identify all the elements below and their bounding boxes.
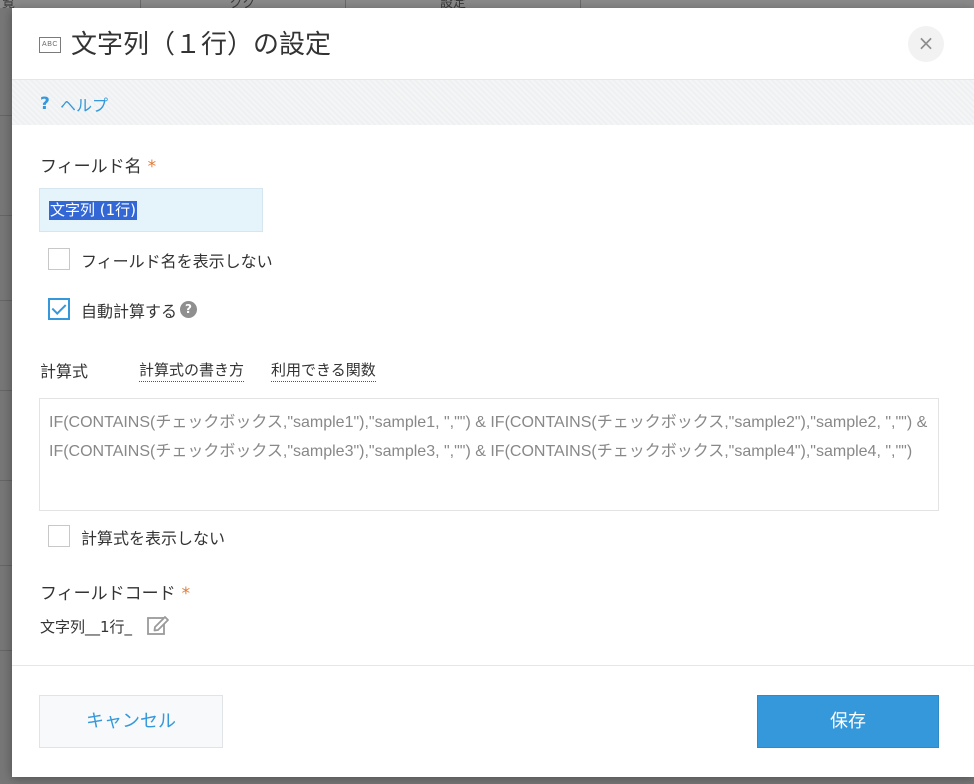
help-link[interactable]: ヘルプ [60, 92, 108, 116]
dialog-header: ABC 文字列（１行）の設定 × [12, 8, 974, 80]
hide-formula-checkbox[interactable] [48, 525, 70, 547]
background-row-line [0, 650, 12, 651]
background-column-divider [140, 0, 141, 8]
available-functions-link[interactable]: 利用できる関数 [271, 359, 376, 382]
field-name-input[interactable]: 文字列 (1行) [39, 188, 263, 232]
field-name-label: フィールド名 * [40, 152, 156, 177]
background-row-line [0, 565, 12, 566]
field-settings-dialog: ABC 文字列（１行）の設定 × ? ヘルプ フィールド名 * 文字列 (1行) … [12, 8, 974, 777]
hide-field-name-checkbox[interactable] [48, 248, 70, 270]
field-code-value: 文字列__1行_ [40, 618, 133, 636]
dialog-title: 文字列（１行）の設定 [71, 30, 332, 60]
field-name-label-text: フィールド名 [40, 157, 142, 177]
dialog-footer: キャンセル 保存 [12, 665, 974, 777]
help-icon[interactable]: ? [40, 94, 50, 114]
formula-label: 計算式 [40, 362, 89, 381]
background-row-line [0, 215, 12, 216]
question-icon[interactable]: ? [180, 301, 197, 318]
required-mark: * [181, 584, 191, 604]
cancel-button[interactable]: キャンセル [39, 695, 223, 748]
formula-howto-link[interactable]: 計算式の書き方 [139, 359, 245, 382]
auto-calc-label[interactable]: 自動計算する [81, 298, 177, 322]
background-table-header [0, 0, 974, 8]
field-code-label-text: フィールドコード [40, 584, 176, 604]
hide-field-name-label[interactable]: フィールド名を表示しない [81, 248, 273, 272]
background-row-line [0, 115, 12, 116]
save-button[interactable]: 保存 [757, 695, 939, 748]
background-column-divider [345, 0, 346, 8]
background-row-line [0, 480, 12, 481]
text-field-icon: ABC [39, 37, 61, 53]
hide-formula-label[interactable]: 計算式を表示しない [81, 525, 225, 549]
close-icon: × [917, 31, 935, 55]
field-name-input-value: 文字列 (1行) [49, 201, 138, 220]
auto-calc-checkbox[interactable] [48, 298, 70, 320]
help-bar: ? ヘルプ [12, 80, 974, 125]
field-code-label: フィールドコード * [40, 579, 190, 604]
close-button[interactable]: × [908, 26, 944, 62]
formula-textarea[interactable]: IF(CONTAINS(チェックボックス,"sample1"),"sample1… [39, 398, 939, 511]
edit-icon[interactable] [146, 613, 170, 641]
background-column-divider [580, 0, 581, 8]
background-row-line [0, 300, 12, 301]
required-mark: * [147, 157, 157, 177]
background-row-line [0, 390, 12, 391]
